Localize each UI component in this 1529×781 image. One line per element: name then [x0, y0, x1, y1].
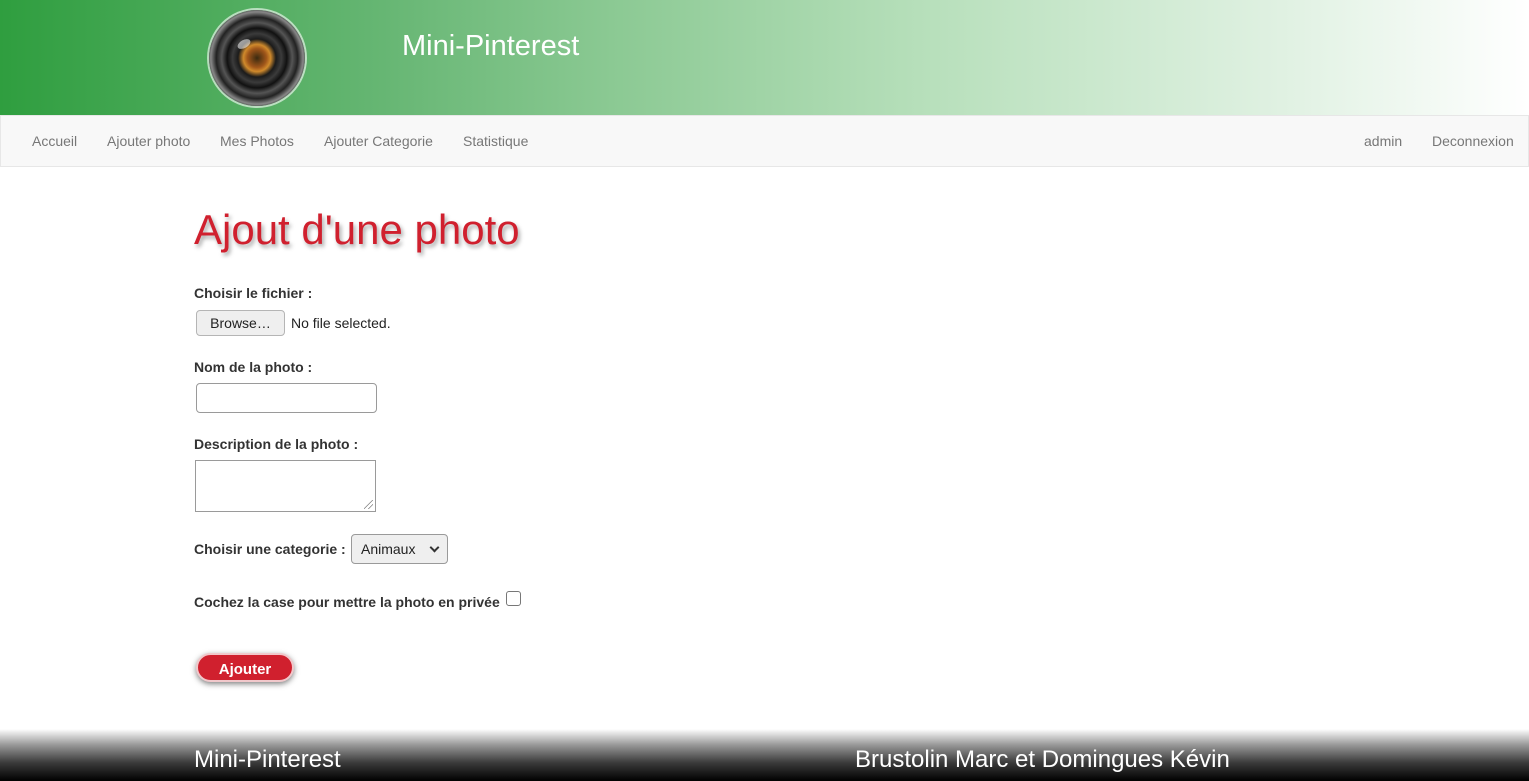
nav-statistique[interactable]: Statistique: [463, 133, 528, 149]
footer-authors: Brustolin Marc et Domingues Kévin: [855, 746, 1230, 773]
photo-description-label: Description de la photo :: [194, 436, 359, 452]
resize-grip-icon[interactable]: [364, 500, 373, 509]
page-title: Ajout d'une photo: [194, 206, 520, 253]
nav-deconnexion[interactable]: Deconnexion: [1432, 133, 1514, 149]
site-title: Mini-Pinterest: [402, 30, 580, 62]
category-label: Choisir une categorie :: [194, 541, 346, 557]
nav-user-admin[interactable]: admin: [1364, 133, 1402, 149]
photo-name-input[interactable]: [196, 383, 377, 413]
category-select[interactable]: Animaux: [351, 534, 448, 564]
nav-ajouter-photo[interactable]: Ajouter photo: [107, 133, 190, 149]
private-label: Cochez la case pour mettre la photo en p…: [194, 594, 500, 610]
nav-ajouter-categorie[interactable]: Ajouter Categorie: [324, 133, 433, 149]
camera-lens-icon: [209, 10, 305, 106]
nav-mes-photos[interactable]: Mes Photos: [220, 133, 294, 149]
site-footer: Mini-Pinterest Brustolin Marc et Domingu…: [0, 729, 1529, 781]
chevron-down-icon: [429, 542, 440, 553]
file-status-text: No file selected.: [291, 315, 391, 331]
private-checkbox[interactable]: [506, 591, 521, 606]
file-label: Choisir le fichier :: [194, 285, 313, 301]
nav-accueil[interactable]: Accueil: [32, 133, 77, 149]
footer-site-name: Mini-Pinterest: [194, 746, 341, 773]
navbar: Accueil Ajouter photo Mes Photos Ajouter…: [0, 115, 1529, 167]
photo-description-textarea[interactable]: [195, 460, 376, 512]
category-selected-value: Animaux: [361, 541, 416, 557]
submit-button[interactable]: Ajouter: [196, 653, 294, 682]
browse-button[interactable]: Browse…: [196, 310, 285, 336]
photo-name-label: Nom de la photo :: [194, 359, 313, 375]
site-header: Mini-Pinterest: [0, 0, 1529, 115]
